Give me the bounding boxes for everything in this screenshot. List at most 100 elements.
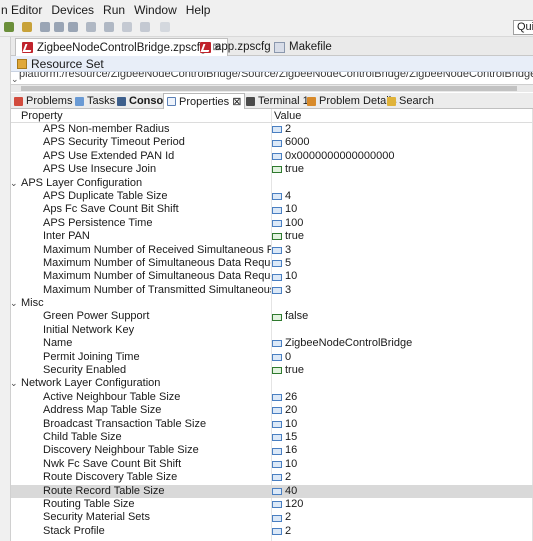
property-row[interactable]: APS Use Insecure Join true	[11, 163, 533, 176]
property-row[interactable]: Initial Network Key	[11, 324, 533, 337]
property-value[interactable]: true	[272, 364, 304, 377]
property-value[interactable]: 20	[272, 404, 297, 417]
property-row[interactable]: Discovery Neighbour Table Size 16	[11, 444, 533, 457]
property-row[interactable]: Security Material Sets 2	[11, 511, 533, 524]
property-row[interactable]: Green Power Support false	[11, 310, 533, 323]
tab-makefile[interactable]: Makefile	[267, 38, 339, 56]
property-row[interactable]: Child Table Size 15	[11, 431, 533, 444]
tab-properties[interactable]: Properties ⊠	[163, 93, 246, 109]
forward-icon[interactable]	[140, 22, 150, 32]
property-row[interactable]: Name ZigbeeNodeControlBridge	[11, 337, 533, 350]
horizontal-scrollbar[interactable]	[11, 84, 533, 92]
property-value[interactable]: 6000	[272, 136, 309, 149]
property-row[interactable]: Aps Fc Save Count Bit Shift 10	[11, 203, 533, 216]
tab-search[interactable]: Search	[384, 93, 437, 109]
property-value[interactable]: 0	[272, 351, 291, 364]
menu-item-devices[interactable]: Devices	[51, 3, 94, 17]
tab-terminal[interactable]: Terminal 1	[243, 93, 312, 109]
menu-item-help[interactable]: Help	[186, 3, 211, 17]
property-row[interactable]: Route Discovery Table Size 2	[11, 471, 533, 484]
property-row[interactable]: Route Record Table Size 40	[11, 484, 533, 498]
menu-item-run[interactable]: Run	[103, 3, 125, 17]
category-label: APS Layer Configuration	[21, 176, 143, 189]
property-row[interactable]: Active Neighbour Table Size 26	[11, 391, 533, 404]
property-value-text: false	[285, 310, 309, 323]
property-row[interactable]: Permit Joining Time 0	[11, 351, 533, 364]
property-value[interactable]: 2	[272, 123, 291, 136]
property-value[interactable]: 5	[272, 257, 291, 270]
category-row[interactable]: ⌄ Misc	[10, 297, 533, 310]
property-row[interactable]: Maximum Number of Simultaneous Data Requ…	[11, 270, 533, 283]
property-value-text: 6000	[285, 136, 310, 149]
pin-icon[interactable]	[160, 22, 170, 32]
chevron-down-icon[interactable]: ⌄	[10, 177, 18, 190]
quick-access-input[interactable]: Qui	[513, 20, 533, 35]
property-value[interactable]: 16	[272, 444, 297, 457]
back-icon[interactable]	[122, 22, 132, 32]
property-value[interactable]: 0x0000000000000000	[272, 150, 395, 163]
property-value[interactable]: 10	[272, 203, 297, 216]
property-row[interactable]: APS Use Extended PAN Id 0x000000000000000…	[11, 150, 533, 163]
property-row[interactable]: APS Persistence Time 100	[11, 217, 533, 230]
property-value[interactable]: 3	[272, 244, 291, 257]
column-header-property[interactable]: Property	[21, 110, 63, 122]
property-row[interactable]: Inter PAN true	[11, 230, 533, 243]
property-value[interactable]: 2	[272, 471, 291, 484]
scrollbar-thumb[interactable]	[21, 86, 517, 91]
value-icon	[272, 126, 282, 134]
layout-icon[interactable]	[54, 22, 64, 32]
layout-icon[interactable]	[68, 22, 78, 32]
next-annotation-icon[interactable]	[86, 22, 96, 32]
property-value[interactable]: 10	[272, 270, 297, 283]
property-row[interactable]: APS Security Timeout Period 6000	[11, 136, 533, 149]
property-row[interactable]: Stack Profile 2	[11, 525, 533, 538]
property-row[interactable]: Maximum Number of Transmitted Simultaneo…	[11, 284, 533, 297]
property-value[interactable]: 10	[272, 458, 297, 471]
property-value[interactable]: 40	[272, 485, 297, 498]
property-name: Broadcast Transaction Table Size	[43, 417, 207, 430]
property-name: Maximum Number of Received Simultaneous …	[43, 243, 271, 256]
tab-problems[interactable]: Problems	[11, 93, 75, 109]
debug-icon[interactable]	[4, 22, 14, 32]
property-row[interactable]: Broadcast Transaction Table Size 10	[11, 418, 533, 431]
menu-item-window[interactable]: Window	[134, 3, 177, 17]
property-row[interactable]: Maximum Number of Received Simultaneous …	[11, 244, 533, 257]
property-row[interactable]: Nwk Fc Save Count Bit Shift 10	[11, 458, 533, 471]
property-value[interactable]: true	[272, 230, 304, 243]
property-value[interactable]: 26	[272, 391, 297, 404]
category-row[interactable]: ⌄ Network Layer Configuration	[10, 377, 533, 390]
property-value[interactable]: 10	[272, 418, 297, 431]
property-value[interactable]: false	[272, 310, 308, 323]
tab-tasks[interactable]: Tasks	[72, 93, 118, 109]
property-value[interactable]: 4	[272, 190, 291, 203]
property-row[interactable]: APS Non-member Radius 2	[11, 123, 533, 136]
property-value[interactable]: 3	[272, 284, 291, 297]
property-value[interactable]: 2	[272, 525, 291, 538]
property-name: Route Record Table Size	[43, 484, 165, 497]
property-value[interactable]: 15	[272, 431, 297, 444]
tab-app-zpscfg[interactable]: app.zpscfg	[193, 38, 278, 56]
property-value[interactable]: true	[272, 163, 304, 176]
property-row[interactable]: APS Duplicate Table Size 4	[11, 190, 533, 203]
property-name: Route Discovery Table Size	[43, 471, 178, 484]
prev-annotation-icon[interactable]	[104, 22, 114, 32]
property-value[interactable]: 2	[272, 511, 291, 524]
chevron-down-icon[interactable]: ⌄	[10, 377, 18, 390]
chevron-down-icon[interactable]: ⌄	[10, 297, 18, 310]
menu-item-editor[interactable]: n Editor	[1, 3, 42, 17]
property-row[interactable]: Address Map Table Size 20	[11, 404, 533, 417]
value-icon	[272, 420, 282, 428]
property-row[interactable]: Maximum Number of Simultaneous Data Requ…	[11, 257, 533, 270]
property-value[interactable]: 120	[272, 498, 303, 511]
property-value[interactable]: 100	[272, 217, 303, 230]
column-header-value[interactable]: Value	[274, 110, 301, 122]
category-row[interactable]: ⌄ APS Layer Configuration	[10, 176, 533, 190]
tool-icon[interactable]	[22, 22, 32, 32]
resource-set-header[interactable]: Resource Set	[11, 56, 533, 72]
property-row[interactable]: Security Enabled true	[11, 364, 533, 377]
menu-bar: n Editor Devices Run Window Help	[0, 0, 533, 19]
layout-icon[interactable]	[40, 22, 50, 32]
property-value[interactable]: ZigbeeNodeControlBridge	[272, 337, 412, 350]
property-row[interactable]: Routing Table Size 120	[11, 498, 533, 511]
tab-label: Terminal 1	[258, 95, 309, 107]
